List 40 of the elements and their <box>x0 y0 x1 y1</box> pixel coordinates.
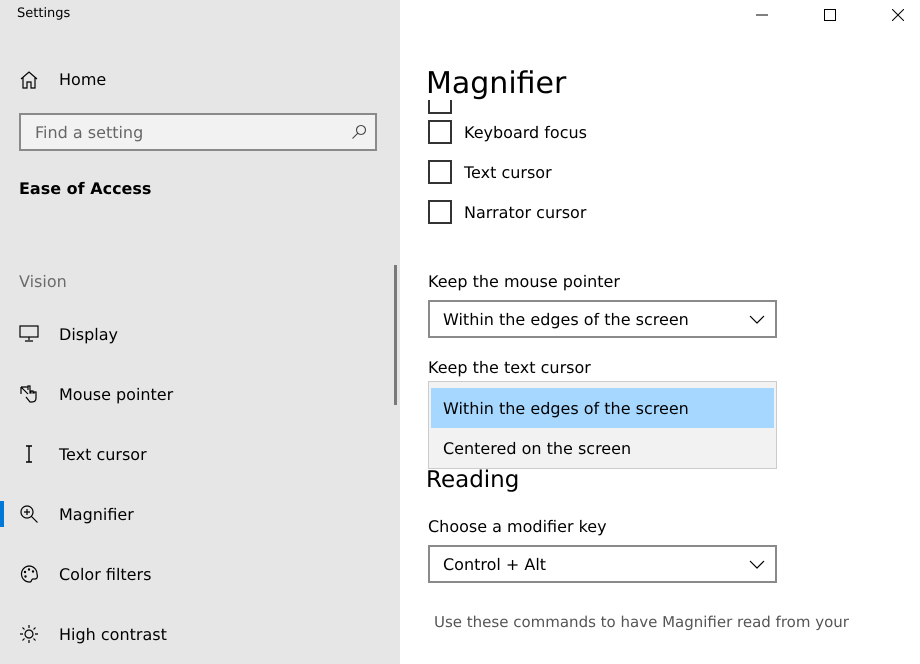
maximize-icon[interactable] <box>824 9 836 21</box>
dropdown[interactable]: Control + Alt <box>428 545 777 583</box>
dropdown[interactable]: Within the edges of the screen <box>428 300 777 338</box>
sun-icon <box>19 624 39 644</box>
close-icon[interactable] <box>892 9 904 21</box>
search-icon <box>351 124 367 140</box>
display-icon <box>19 324 39 344</box>
checkbox-label: Narrator cursor <box>464 202 586 222</box>
checkbox[interactable] <box>428 160 452 184</box>
selection-indicator <box>0 501 4 527</box>
field-label: Keep the mouse pointer <box>428 272 620 291</box>
magnifier-icon <box>19 504 39 524</box>
section-heading: Ease of Access <box>19 179 152 198</box>
dropdown-option[interactable]: Within the edges of the screen <box>431 388 774 428</box>
search-field[interactable]: Find a setting <box>19 113 377 151</box>
scrollbar[interactable] <box>394 265 397 405</box>
home-icon <box>19 70 39 90</box>
checkbox[interactable] <box>428 120 452 144</box>
nav-item[interactable]: Display <box>0 304 118 364</box>
field-label: Choose a modifier key <box>428 517 607 536</box>
nav-item[interactable]: Mouse pointer <box>0 364 174 424</box>
dropdown-option[interactable]: Centered on the screen <box>431 428 774 468</box>
window-title: Settings <box>17 6 70 21</box>
nav-item[interactable]: Color filters <box>0 544 152 604</box>
nav-item[interactable]: Magnifier <box>0 484 134 544</box>
palette-icon <box>19 564 39 584</box>
field-label: Keep the text cursor <box>428 358 591 377</box>
chevron-down-icon <box>749 560 765 568</box>
home-nav-item[interactable]: Home <box>19 69 106 90</box>
chevron-down-icon <box>749 314 765 324</box>
description-text: Use these commands to have Magnifier read from your <box>434 613 849 631</box>
checkbox[interactable] <box>428 200 452 224</box>
checkbox-label: Text cursor <box>464 162 552 182</box>
checkbox-label: Keyboard focus <box>464 122 587 142</box>
hand-pointer-icon <box>19 384 39 404</box>
page-title: Magnifier <box>426 65 566 103</box>
nav-item[interactable]: High contrast <box>0 604 167 664</box>
nav-item[interactable]: Text cursor <box>0 424 147 484</box>
group-label: Vision <box>19 272 67 291</box>
section-heading: Reading <box>426 467 520 495</box>
